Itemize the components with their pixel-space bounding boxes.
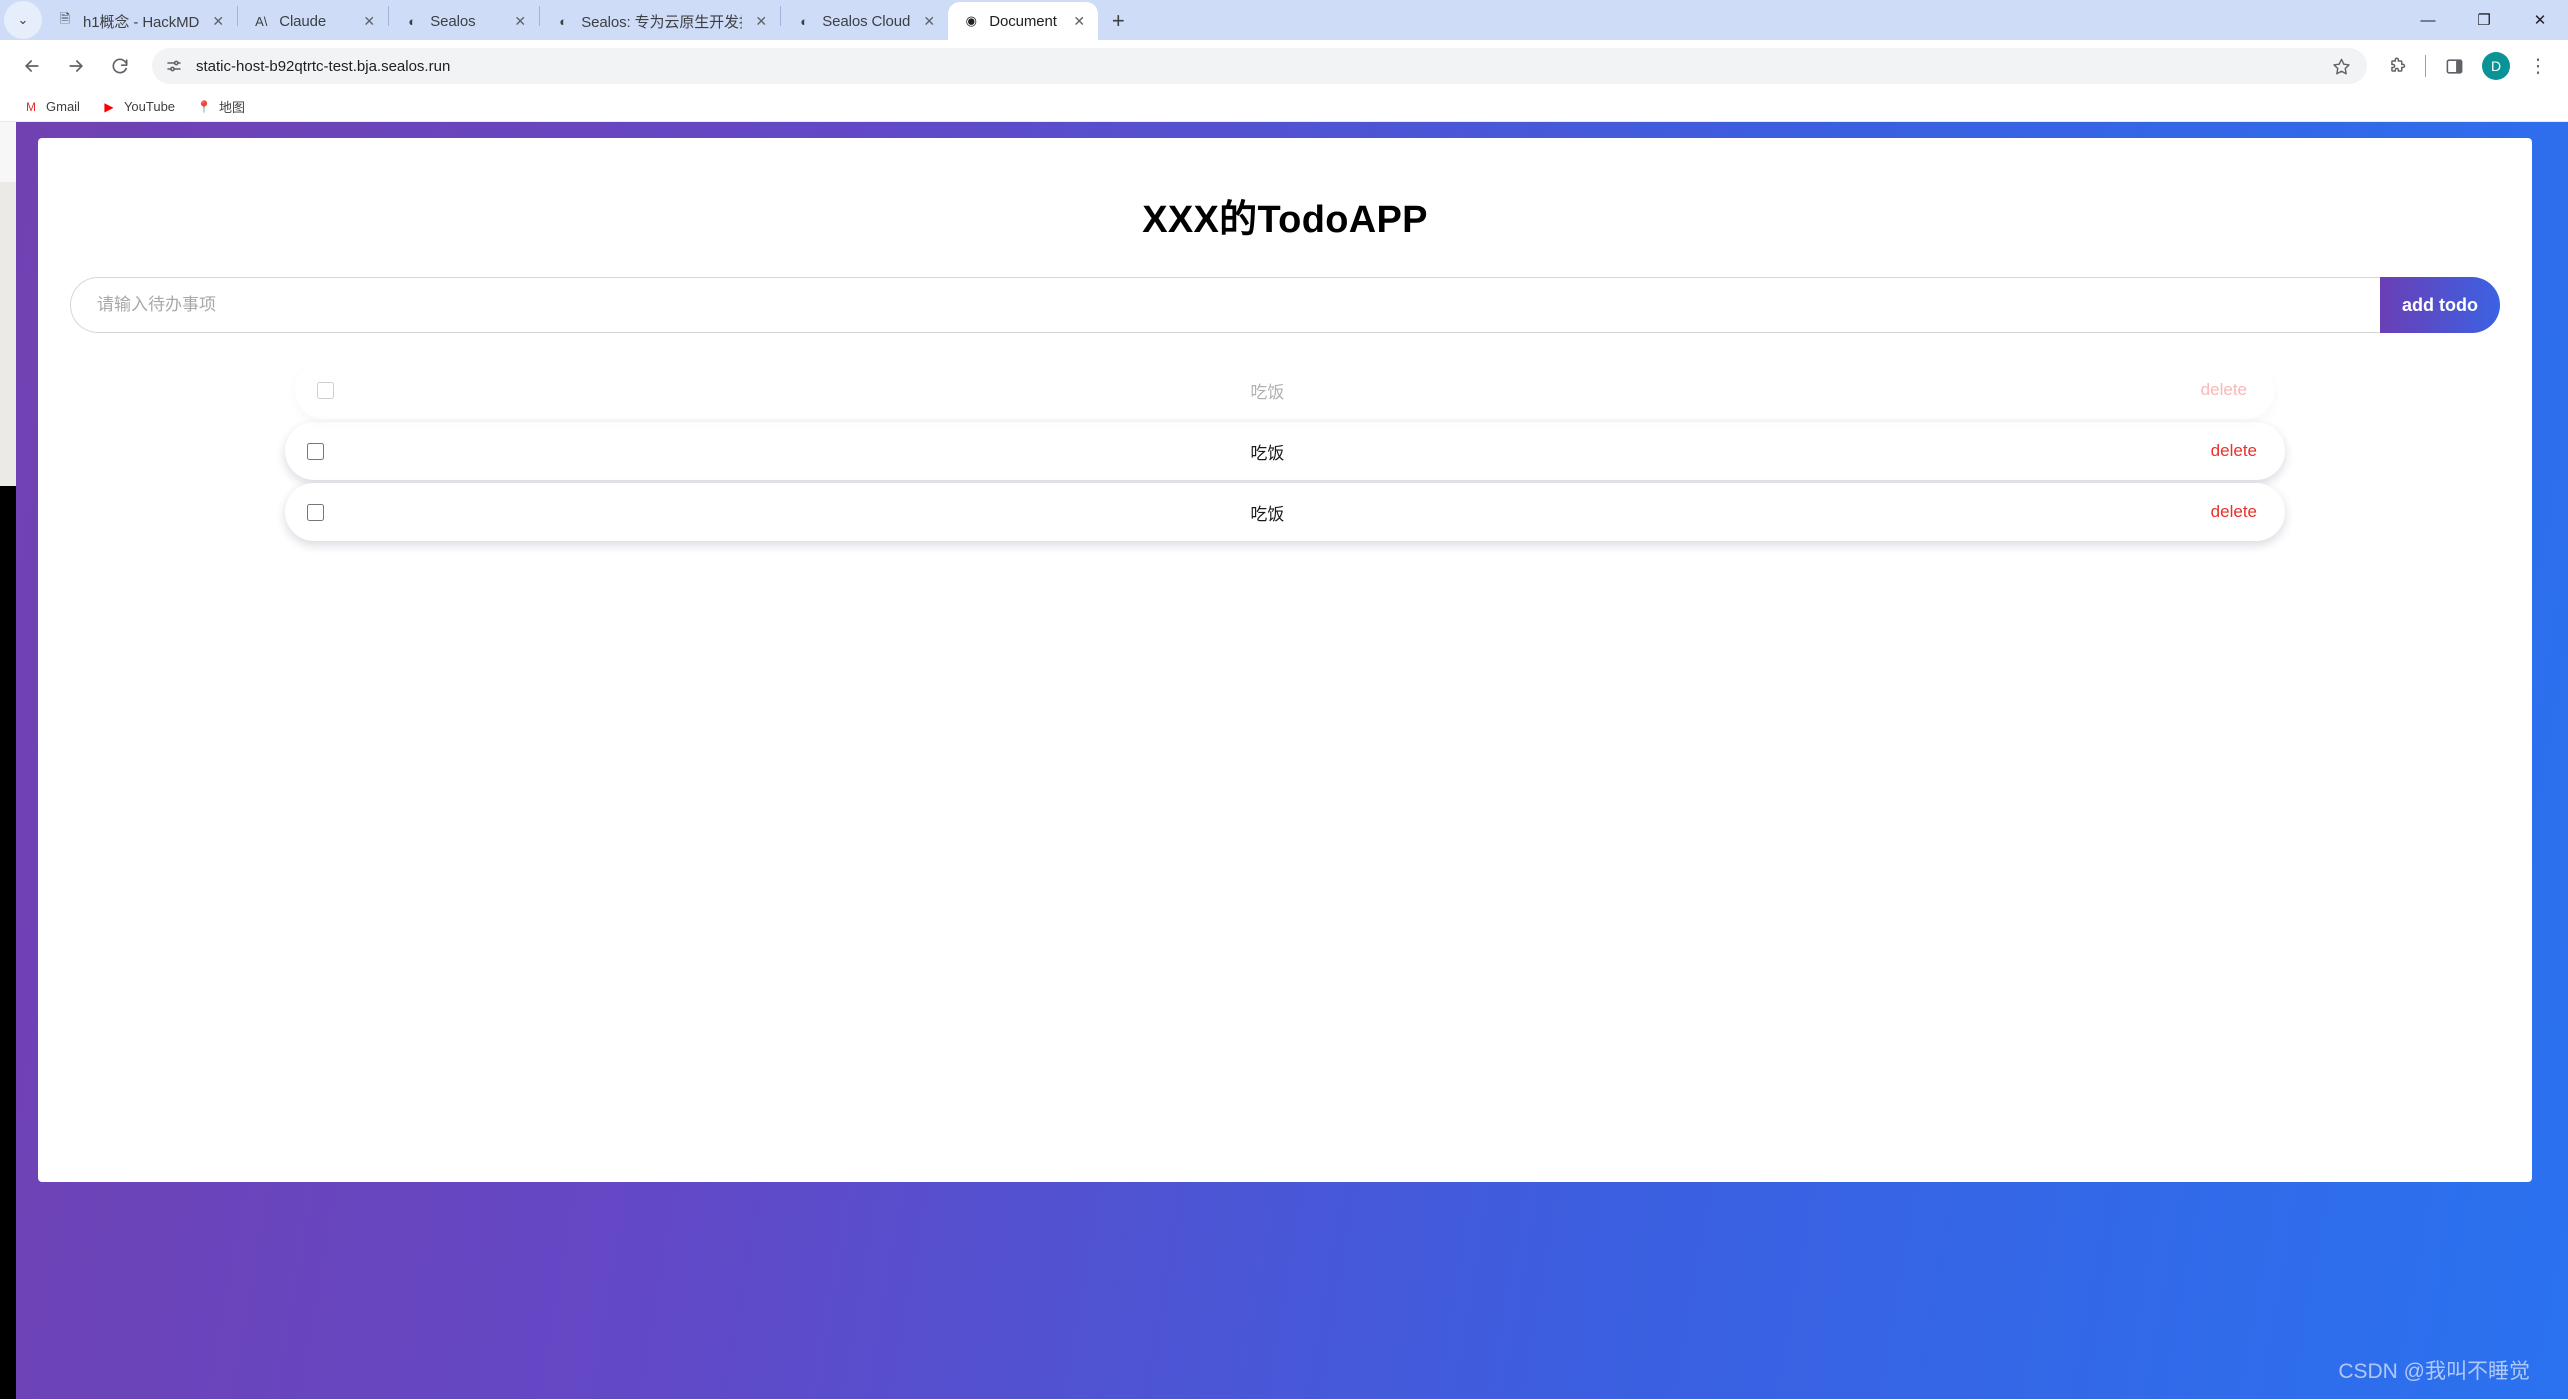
bookmark-item[interactable]: 📍 地图 bbox=[187, 94, 253, 120]
profile-avatar[interactable]: D bbox=[2482, 52, 2510, 80]
tab-title: h1概念 - HackMD bbox=[83, 13, 200, 31]
todo-text: 吃饭 bbox=[1250, 504, 1285, 524]
bookmark-label: Gmail bbox=[46, 99, 80, 114]
sealos-icon: ◐ bbox=[408, 13, 417, 29]
browser-tab[interactable]: ◐ Sealos: 专为云原生开发打造的 ✕ bbox=[540, 2, 780, 40]
side-panel-icon[interactable] bbox=[2436, 48, 2472, 84]
new-tab-button[interactable]: + bbox=[1098, 2, 1138, 40]
bookmark-star-icon[interactable] bbox=[2327, 52, 2355, 80]
sealos-icon: ◐ bbox=[559, 13, 568, 29]
address-bar[interactable]: static-host-b92qtrtc-test.bja.sealos.run bbox=[152, 48, 2367, 84]
bookmark-label: YouTube bbox=[123, 99, 176, 114]
tab-title: Claude bbox=[279, 12, 327, 30]
extensions-icon[interactable] bbox=[2379, 48, 2415, 84]
browser-tab[interactable]: A\ Claude ✕ bbox=[238, 2, 388, 40]
browser-window: ⌄ 🗎 h1概念 - HackMD ✕ A\ Claude ✕ ◐ Sealos ✕ ◐ Sealo… bbox=[0, 0, 2568, 1400]
tab-close-icon[interactable]: ✕ bbox=[507, 8, 533, 34]
todo-item: 吃饭 delete bbox=[285, 483, 2285, 541]
browser-tab[interactable]: ◉ Document ✕ bbox=[948, 2, 1099, 40]
youtube-icon: ▶ bbox=[104, 99, 114, 114]
todo-item: 吃饭 delete bbox=[285, 422, 2285, 480]
tab-close-icon[interactable]: ✕ bbox=[916, 8, 942, 34]
window-maximize-button[interactable]: ❐ bbox=[2456, 0, 2512, 40]
reload-icon[interactable] bbox=[100, 46, 140, 86]
page-viewport: XXX的TodoAPP add todo 吃饭 delete 吃饭 delete 吃饭 d… bbox=[0, 122, 2568, 1399]
browser-menu-icon[interactable]: ⋮ bbox=[2520, 48, 2556, 84]
bookmark-item[interactable]: M Gmail bbox=[14, 94, 88, 120]
document-icon: 🗎 bbox=[59, 11, 71, 26]
address-bar-url: static-host-b92qtrtc-test.bja.sealos.run bbox=[196, 57, 451, 75]
browser-tab[interactable]: ◐ Sealos Cloud ✕ bbox=[781, 2, 948, 40]
window-minimize-button[interactable]: — bbox=[2400, 0, 2456, 40]
tab-container: 🗎 h1概念 - HackMD ✕ A\ Claude ✕ ◐ Sealos ✕ ◐ Sealos:… bbox=[42, 0, 1099, 40]
todo-delete-button[interactable]: delete bbox=[2211, 502, 2257, 522]
todo-input[interactable] bbox=[70, 277, 2381, 333]
tab-title: Sealos Cloud bbox=[822, 12, 911, 30]
todo-checkbox[interactable] bbox=[307, 503, 324, 521]
tab-close-icon[interactable]: ✕ bbox=[205, 8, 231, 34]
tab-close-icon[interactable]: ✕ bbox=[748, 8, 774, 34]
maps-icon: 📍 bbox=[196, 99, 212, 114]
bookmark-label: 地图 bbox=[219, 100, 246, 115]
browser-tab[interactable]: 🗎 h1概念 - HackMD ✕ bbox=[42, 2, 237, 40]
globe-icon: ◉ bbox=[965, 13, 977, 28]
todo-text: 吃饭 bbox=[1250, 382, 1285, 402]
toolbar-divider bbox=[2425, 55, 2426, 77]
tab-title: Sealos: 专为云原生开发打造的 bbox=[581, 13, 742, 31]
tab-title: Document bbox=[989, 12, 1057, 30]
tab-search-chevron-icon[interactable]: ⌄ bbox=[4, 1, 42, 39]
gmail-icon: M bbox=[26, 99, 36, 114]
bookmarks-bar: M Gmail ▶ YouTube 📍 地图 bbox=[0, 92, 2568, 122]
left-edge-strip bbox=[0, 122, 16, 1399]
browser-toolbar: static-host-b92qtrtc-test.bja.sealos.run… bbox=[0, 40, 2568, 92]
window-close-button[interactable]: ✕ bbox=[2512, 0, 2568, 40]
watermark: CSDN @我叫不睡觉 bbox=[2338, 1360, 2530, 1383]
tab-strip: ⌄ 🗎 h1概念 - HackMD ✕ A\ Claude ✕ ◐ Sealos ✕ ◐ Sealo… bbox=[0, 0, 2568, 40]
todo-item: 吃饭 delete bbox=[295, 361, 2275, 419]
tab-close-icon[interactable]: ✕ bbox=[1066, 8, 1092, 34]
tab-close-icon[interactable]: ✕ bbox=[356, 8, 382, 34]
left-edge-strip-lighter bbox=[0, 122, 16, 182]
todo-list: 吃饭 delete 吃饭 delete 吃饭 delete bbox=[38, 361, 2532, 541]
window-controls: — ❐ ✕ bbox=[2400, 0, 2568, 40]
sealos-icon: ◐ bbox=[800, 13, 809, 29]
add-todo-button[interactable]: add todo bbox=[2380, 277, 2500, 333]
todo-delete-button[interactable]: delete bbox=[2201, 380, 2247, 400]
todo-checkbox[interactable] bbox=[307, 442, 324, 460]
todo-text: 吃饭 bbox=[1250, 443, 1285, 463]
todo-checkbox[interactable] bbox=[317, 381, 334, 399]
todo-app-card: XXX的TodoAPP add todo 吃饭 delete 吃饭 delete 吃饭 d… bbox=[38, 138, 2532, 1182]
back-icon[interactable] bbox=[12, 46, 52, 86]
forward-icon[interactable] bbox=[56, 46, 96, 86]
add-todo-row: add todo bbox=[70, 277, 2500, 333]
claude-icon: A\ bbox=[255, 13, 268, 29]
page-title: XXX的TodoAPP bbox=[1142, 199, 1428, 241]
todo-delete-button[interactable]: delete bbox=[2211, 441, 2257, 461]
bookmark-item[interactable]: ▶ YouTube bbox=[92, 94, 183, 120]
browser-tab[interactable]: ◐ Sealos ✕ bbox=[389, 2, 539, 40]
tab-title: Sealos bbox=[430, 12, 476, 30]
site-settings-icon[interactable] bbox=[160, 52, 188, 80]
